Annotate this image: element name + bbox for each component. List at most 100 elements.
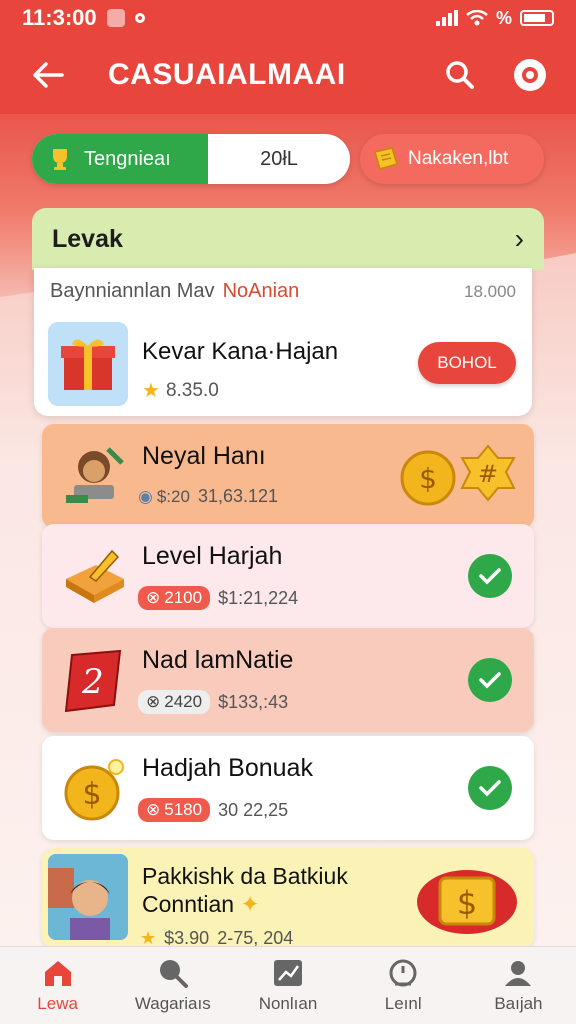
chart-icon	[274, 959, 302, 986]
svg-text:$: $	[419, 462, 437, 495]
bonus-button-label: BOHOL	[437, 353, 497, 372]
gear-icon	[514, 59, 546, 91]
promo-name-line2: Conntian	[142, 891, 235, 917]
level-row[interactable]: 2 Nad lamNatie ⊗ 2420 $133,:43	[42, 628, 534, 732]
page-title: CASUAIALMAAI	[108, 58, 346, 91]
sparkle-icon: ✦	[240, 891, 260, 917]
level-name: Level Harjah	[142, 542, 283, 570]
level-value: $1:21,224	[218, 587, 299, 608]
level-chip-value: $:20	[156, 486, 190, 506]
gift-icon	[61, 339, 115, 390]
signal-icon	[435, 10, 458, 26]
nav-label-profile: Baıjah	[494, 993, 543, 1013]
toggle-option-right[interactable]: 20łL	[208, 134, 350, 184]
featured-rating-value: 8.35.0	[165, 379, 219, 401]
home-icon	[44, 960, 71, 986]
badge-icon: ⊗	[146, 800, 161, 819]
nav-label-home: Lewa	[37, 993, 78, 1013]
promo-card[interactable]: Pakkishk da Batkiuk Conntian ✦ ★ $3.90 2…	[42, 848, 534, 948]
nav-item-profile[interactable]: Baıjah	[461, 947, 576, 1024]
eye-icon: ◉	[138, 486, 153, 506]
level-name: Nad lamNatie	[142, 646, 294, 674]
level-chip: ◉ $:20	[138, 487, 190, 507]
character-art-icon	[56, 436, 134, 516]
svg-text:2: 2	[81, 662, 104, 702]
nav-label-stats: Nonlıan	[258, 993, 318, 1013]
levels-title: Levak	[52, 224, 123, 253]
levels-header[interactable]: Levak ›	[32, 208, 544, 270]
status-time: 11:3:00	[22, 5, 97, 30]
search-button[interactable]	[438, 53, 482, 97]
level-chip: ⊗ 2420	[138, 690, 211, 714]
level-value: 31,63.121	[197, 486, 279, 506]
badge-icon: ⊗	[146, 692, 161, 711]
settings-button[interactable]	[508, 53, 552, 97]
trophy-icon	[53, 149, 67, 170]
level-name: Neyal Hanı	[142, 442, 266, 470]
rewards-pill-button[interactable]: Nakaken,lbt	[360, 134, 544, 184]
arrow-left-icon	[33, 62, 64, 88]
level-value: 30 22,25	[218, 799, 289, 820]
level-chip: ⊗ 5180	[138, 798, 211, 822]
badge-icon: ⊗	[146, 588, 161, 607]
status-bar: 11:3:00 %	[0, 0, 576, 36]
svg-text:$: $	[82, 777, 101, 812]
wifi-icon	[466, 10, 488, 26]
search-icon	[159, 959, 188, 988]
completed-check-icon	[468, 766, 512, 810]
level-chip-value: 5180	[164, 800, 203, 819]
coins-icon: $ #	[400, 444, 516, 506]
rewards-pill-label: Nakaken,lbt	[408, 148, 509, 169]
character-portrait	[48, 854, 128, 940]
level-value: $133,:43	[218, 691, 289, 712]
featured-subtitle-highlight: NoAnian	[222, 280, 300, 302]
promo-name-line1: Pakkishk da Batkiuk	[142, 863, 348, 889]
timer-icon	[389, 959, 417, 986]
svg-text:#: #	[478, 460, 498, 488]
star-icon: ★	[142, 380, 160, 402]
featured-name: Kevar Kana·Hajan	[142, 338, 339, 365]
level-name: Hadjah Bonuak	[142, 754, 313, 782]
nav-label-timer: Leınl	[384, 993, 422, 1013]
back-button[interactable]	[24, 51, 72, 99]
bottom-navigation: Lewa Wagariaıs Nonlıan Leınl Baıjah	[0, 946, 576, 1024]
bonus-button[interactable]: BOHOL	[418, 342, 516, 384]
nav-item-search[interactable]: Wagariaıs	[115, 947, 230, 1024]
toggle-left-label: Tengnieaı	[84, 147, 171, 170]
profile-icon	[505, 960, 532, 986]
completed-check-icon	[468, 554, 512, 598]
ticket-icon	[374, 147, 398, 170]
level-row[interactable]: Level Harjah ⊗ 2100 $1:21,224	[42, 524, 534, 628]
pencil-box-icon	[56, 536, 134, 616]
level-chip: ⊗ 2100	[138, 586, 211, 610]
svg-text:$: $	[457, 884, 477, 922]
featured-subtitle: Baynniannlan Mav	[50, 280, 215, 302]
flag-two-icon: 2	[56, 640, 134, 720]
featured-rating: ★ 8.35.0	[142, 378, 219, 403]
money-bag-icon: $	[417, 870, 517, 934]
recording-icon	[134, 13, 145, 23]
battery-icon	[520, 10, 554, 26]
completed-check-icon	[468, 658, 512, 702]
level-chip-value: 2100	[164, 588, 203, 607]
app-bar: CASUAIALMAAI	[0, 36, 576, 114]
gift-box-thumbnail	[48, 322, 128, 406]
toggle-right-label: 20łL	[260, 147, 298, 170]
nav-item-home[interactable]: Lewa	[0, 947, 115, 1024]
mode-toggle[interactable]: Tengnieaı 20łL	[32, 134, 350, 184]
chevron-right-icon: ›	[514, 223, 524, 254]
level-chip-value: 2420	[164, 692, 203, 711]
level-row[interactable]: $ Hadjah Bonuak ⊗ 5180 30 22,25	[42, 736, 534, 840]
nav-label-search: Wagariaıs	[134, 993, 211, 1013]
battery-percent: %	[495, 7, 512, 28]
level-row[interactable]: Neyal Hanı ◉ $:20 31,63.121 $ #	[42, 424, 534, 528]
coin-icon: $	[56, 748, 134, 828]
nav-item-stats[interactable]: Nonlıan	[230, 947, 345, 1024]
search-icon	[446, 61, 474, 89]
toggle-option-left[interactable]: Tengnieaı	[32, 134, 208, 184]
nav-item-timer[interactable]: Leınl	[346, 947, 461, 1024]
featured-count: 18.000	[464, 281, 516, 301]
featured-level-card[interactable]: Baynniannlan Mav NoAnian 18.000 Kevar Ka…	[34, 268, 532, 416]
promo-name: Pakkishk da Batkiuk Conntian ✦	[142, 862, 348, 918]
notification-icon	[106, 9, 125, 27]
